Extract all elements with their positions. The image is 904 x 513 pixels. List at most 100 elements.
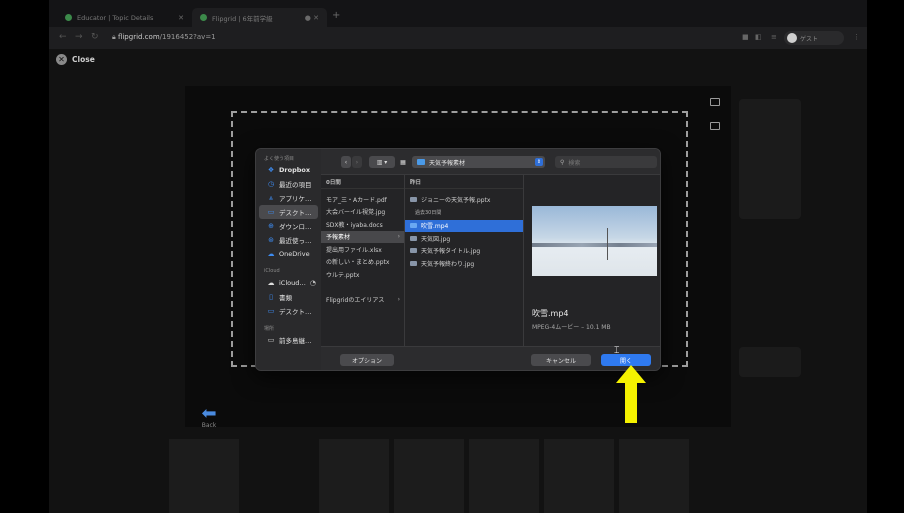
close-tab-icon[interactable]: ● ✕ xyxy=(305,14,319,22)
sidebar-item-label: Dropbox xyxy=(279,166,311,174)
close-button[interactable]: ✕ Close xyxy=(56,54,95,65)
item-label: Flipgridのエイリアス xyxy=(326,296,385,304)
item-label: 天気図.jpg xyxy=(421,235,451,243)
screen-record-icon[interactable] xyxy=(710,122,720,130)
sidebar-item-icloud-drive[interactable]: ☁ iCloud… ◔ xyxy=(259,276,318,290)
forward-nav-button[interactable]: › xyxy=(352,156,362,168)
list-item[interactable]: ウルテ.pptx xyxy=(321,268,404,281)
dialog-sidebar: よく使う項目 ❖ Dropbox ◷ 最近の項目 ⩓ アプリケ… ▭ デスクト… ⊕ ダウ… xyxy=(256,149,321,370)
list-item[interactable]: 天気図.jpg xyxy=(405,232,523,245)
folder-icon xyxy=(417,159,425,165)
sidebar-item-label: 最近使っ… xyxy=(279,237,312,245)
video-thumbnail xyxy=(319,439,389,513)
search-input[interactable]: ⚲ 検索 xyxy=(555,156,657,168)
new-tab-icon[interactable]: + xyxy=(332,10,340,21)
list-item[interactable]: Flipgridのエイリアス › xyxy=(321,293,404,306)
reading-list-icon[interactable]: ≡ xyxy=(771,33,777,41)
sidebar-item-icloud-desktop[interactable]: ▭ デスクト… xyxy=(259,304,318,318)
image-file-icon xyxy=(410,235,417,241)
desktop-icon: ▭ xyxy=(267,208,275,216)
search-icon: ⚲ xyxy=(560,158,565,166)
item-label: 提出用ファイル.xlsx xyxy=(326,246,382,254)
download-icon: ⊕ xyxy=(268,222,274,230)
folder-path-select[interactable]: 天気予報素材 ⇕ xyxy=(412,156,545,168)
list-item[interactable]: 天気予報終わり.jpg xyxy=(405,257,523,270)
image-file-icon xyxy=(410,248,417,254)
list-item[interactable]: モア_三・Aカード.pdf xyxy=(321,193,404,206)
reload-icon[interactable]: ↻ xyxy=(91,32,99,42)
column-header: 昨日 xyxy=(405,175,523,189)
sidebar-item-desktop[interactable]: ▭ デスクト… xyxy=(259,205,318,219)
more-menu-icon[interactable]: ⋮ xyxy=(853,33,860,41)
chevron-right-icon: › xyxy=(397,295,400,303)
sidebar-item-label: 前多島継… xyxy=(279,337,312,345)
recent-icon: ⊛ xyxy=(268,236,274,244)
sidebar-item-label: デスクト… xyxy=(279,308,312,316)
url-field[interactable]: 🔒︎ flipgrid.com/1916452?av=1 xyxy=(112,33,216,42)
item-label: ジョニーの天気予報.pptx xyxy=(421,196,491,204)
tab-educator[interactable]: Educator | Topic Details ✕ xyxy=(57,8,192,27)
close-tab-icon[interactable]: ✕ xyxy=(178,14,184,22)
video-thumbnail xyxy=(394,439,464,513)
list-item-selected-file[interactable]: 吹雪.mp4 xyxy=(405,219,523,232)
list-item[interactable]: 天気予報タイトル.jpg xyxy=(405,245,523,258)
background-card xyxy=(739,99,801,219)
grid-view-icon[interactable] xyxy=(710,98,720,106)
list-item xyxy=(321,281,404,294)
list-item[interactable]: の新しい・まとめ.pptx xyxy=(321,256,404,269)
sidebar-item-recent-used[interactable]: ⊛ 最近使っ… xyxy=(259,233,318,247)
sidebar-item-label: iCloud… xyxy=(279,279,306,287)
browser-tab-bar: Educator | Topic Details ✕ Flipgrid | 6年… xyxy=(49,0,867,27)
camera-icon[interactable]: ■ xyxy=(742,33,749,41)
screen-area: Educator | Topic Details ✕ Flipgrid | 6年… xyxy=(49,0,867,513)
sidebar-item-documents[interactable]: ▯ 書類 xyxy=(259,290,318,304)
forward-arrow-icon[interactable]: → xyxy=(75,32,83,42)
sidebar-item-label: デスクト… xyxy=(279,209,312,217)
sidebar-item-label: アプリケ… xyxy=(279,195,312,203)
cloud-icon: ☁ xyxy=(267,250,275,258)
list-item[interactable]: SDX教・iyaba.docs xyxy=(321,218,404,231)
extension-icon[interactable]: ◧ xyxy=(755,33,762,41)
image-file-icon xyxy=(410,260,417,266)
clock-icon: ◷ xyxy=(267,180,275,188)
flipgrid-favicon-icon xyxy=(200,14,207,21)
list-item-selected-folder[interactable]: 予報素材 › xyxy=(321,230,404,243)
back-button[interactable]: ⬅ Back xyxy=(199,403,219,430)
cancel-button[interactable]: キャンセル xyxy=(531,354,591,366)
sidebar-item-dropbox[interactable]: ❖ Dropbox xyxy=(259,163,318,177)
file-icon xyxy=(410,196,417,202)
item-label: SDX教・iyaba.docs xyxy=(326,221,383,229)
places-header: 場所 xyxy=(264,326,275,332)
grid-icon: ▦ xyxy=(400,158,406,166)
file-open-dialog: よく使う項目 ❖ Dropbox ◷ 最近の項目 ⩓ アプリケ… ▭ デスクト… ⊕ ダウ… xyxy=(255,148,661,371)
list-item[interactable]: ジョニーの天気予報.pptx xyxy=(405,193,523,206)
sidebar-item-recents[interactable]: ◷ 最近の項目 xyxy=(259,177,318,191)
doc-icon: ▯ xyxy=(269,293,273,301)
guest-profile-button[interactable]: ゲスト xyxy=(784,31,844,45)
list-item[interactable]: 大会バーイル視覚.jpg xyxy=(321,206,404,219)
sidebar-item-downloads[interactable]: ⊕ ダウンロ… xyxy=(259,219,318,233)
sidebar-item-applications[interactable]: ⩓ アプリケ… xyxy=(259,191,318,205)
dialog-toolbar: ‹ › ▥ ▾ ▦ 天気予報素材 ⇕ ⚲ 検索 xyxy=(321,149,660,175)
back-arrow-icon: ⬅ xyxy=(201,403,217,424)
back-nav-button[interactable]: ‹ xyxy=(341,156,351,168)
tab-flipgrid[interactable]: Flipgrid | 6年前学級 ● ✕ xyxy=(192,8,327,27)
sidebar-item-label: ダウンロ… xyxy=(279,223,312,231)
group-menu-button[interactable]: ▦ xyxy=(398,156,408,168)
background-card xyxy=(739,347,801,377)
favorites-header: よく使う項目 xyxy=(264,156,295,162)
item-label: 天気予報タイトル.jpg xyxy=(421,248,481,256)
sidebar-item-onedrive[interactable]: ☁ OneDrive xyxy=(259,247,318,261)
close-icon: ✕ xyxy=(56,54,67,65)
list-item[interactable]: 提出用ファイル.xlsx xyxy=(321,243,404,256)
item-label: ウルテ.pptx xyxy=(326,271,360,279)
pole xyxy=(607,228,608,260)
preview-file-info: MPEG-4ムービー – 10.1 MB xyxy=(532,324,611,331)
options-button[interactable]: オプション xyxy=(340,354,394,366)
view-mode-button[interactable]: ▥ ▾ xyxy=(369,156,395,168)
guest-label: ゲスト xyxy=(800,35,819,43)
item-label: 天気予報終わり.jpg xyxy=(421,260,475,268)
sidebar-item-computer[interactable]: ▭ 前多島継… xyxy=(259,333,318,347)
dialog-footer: オプション キャンセル 開く xyxy=(321,346,660,370)
back-arrow-icon[interactable]: ← xyxy=(59,32,67,42)
